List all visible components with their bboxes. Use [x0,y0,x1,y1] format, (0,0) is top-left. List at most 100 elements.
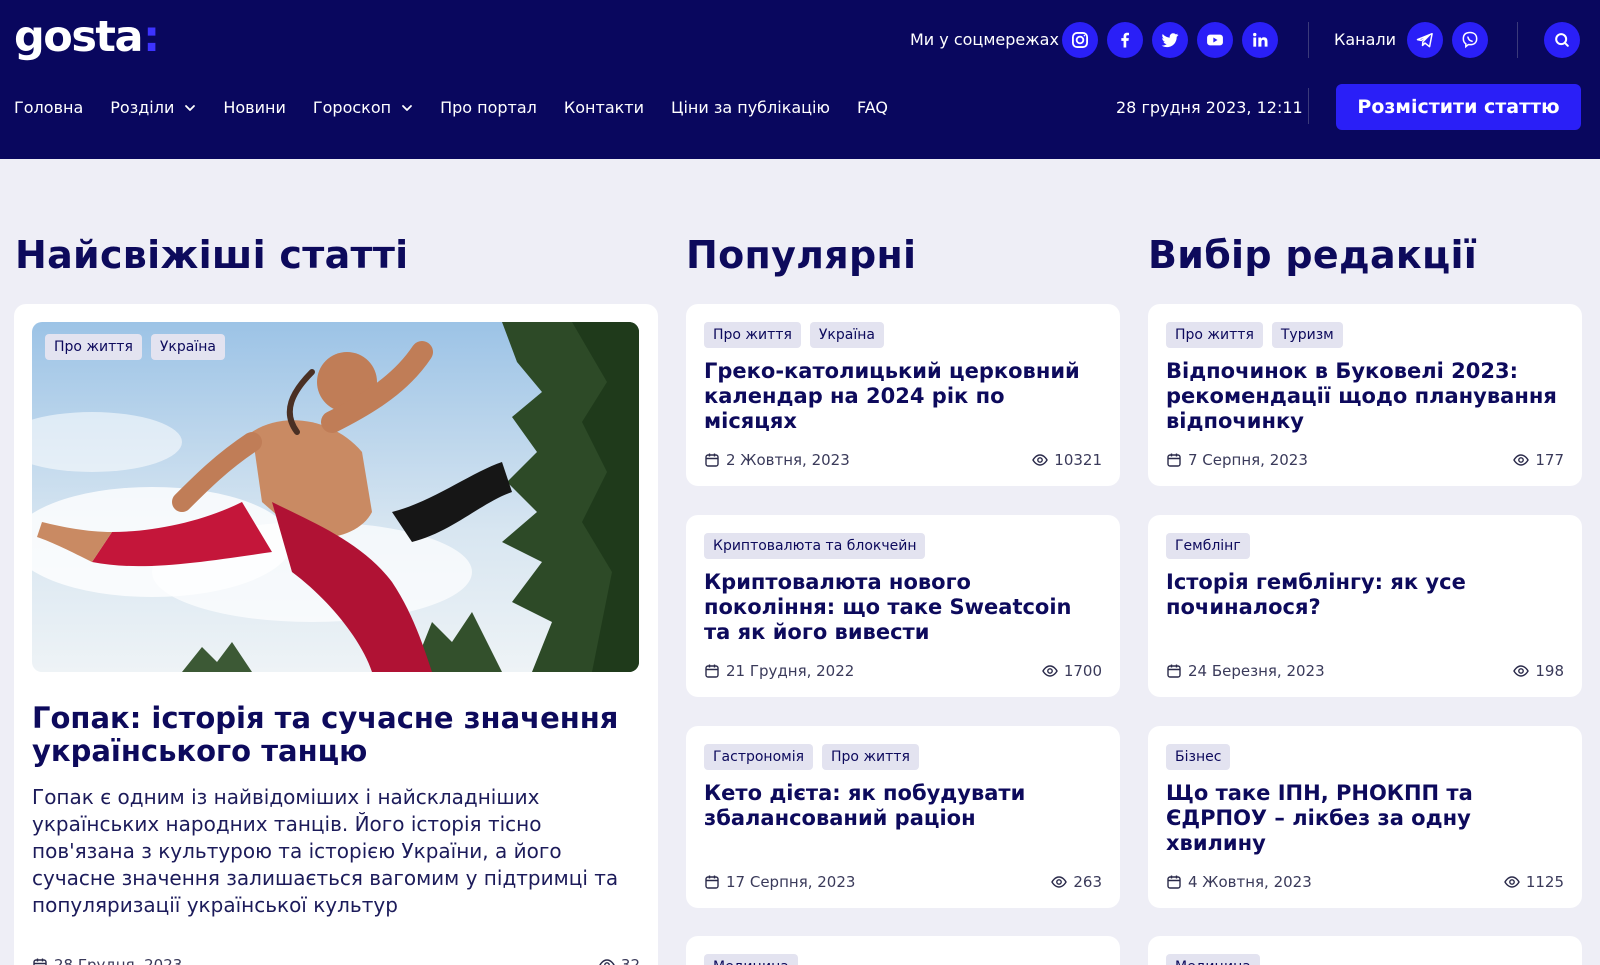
card-tags: Криптовалюта та блокчейн [704,533,926,559]
card-tags: Гастрономія Про життя [704,744,919,770]
article-meta: 2 Жовтня, 2023 10321 [704,450,1102,470]
tag[interactable]: Гастрономія [704,744,814,770]
nav-label: FAQ [856,98,888,117]
social-icons [1062,22,1278,58]
calendar-icon [705,453,719,467]
article-card[interactable]: Медицина [686,936,1120,965]
article-date: 21 Грудня, 2022 [726,662,855,680]
tag[interactable]: Про життя [45,334,142,360]
article-card[interactable]: Медицина [1148,936,1582,965]
article-date: 2 Жовтня, 2023 [726,451,850,469]
logo-text: gosta [14,12,144,62]
article-views: 1125 [1525,873,1564,891]
instagram-icon[interactable] [1062,22,1098,58]
tag[interactable]: Про життя [704,322,801,348]
linkedin-icon[interactable] [1242,22,1278,58]
nav-item-news[interactable]: Новини [223,96,286,120]
eye-icon [1513,665,1530,677]
featured-article-card[interactable]: Про життя Україна Гопак: історія та суча… [14,304,658,965]
tag[interactable]: Бізнес [1166,744,1231,770]
nav-item-contacts[interactable]: Контакти [564,96,644,120]
article-meta: 17 Серпня, 2023 263 [704,872,1102,892]
nav-label: Новини [223,98,286,117]
site-logo[interactable]: gosta: [14,12,160,62]
chevron-down-icon [185,105,196,111]
featured-article-excerpt: Гопак є одним із найвідоміших і найсклад… [32,785,619,917]
article-views: 10321 [1054,451,1102,469]
calendar-icon [33,958,47,965]
article-date: 4 Жовтня, 2023 [1188,873,1312,891]
nav-label: Розділи [110,98,175,117]
card-tags: Бізнес [1166,744,1231,770]
header-divider [1308,22,1309,58]
nav-label: Контакти [563,98,645,117]
eye-icon [599,959,615,965]
tag[interactable]: Медицина [704,954,798,965]
nav-item-sections[interactable]: Розділи [110,96,196,120]
tag[interactable]: Про життя [822,744,919,770]
article-card[interactable]: Гастрономія Про життя Кето дієта: як поб… [686,726,1120,908]
site-header: gosta: Ми у соцмережах Канали Головна Ро… [0,0,1600,159]
card-tags: Медицина [1166,954,1260,965]
tag[interactable]: Гемблінг [1166,533,1250,559]
article-meta: 21 Грудня, 2022 1700 [704,661,1102,681]
article-title[interactable]: Відпочинок в Буковелі 2023: рекомендації… [1166,359,1564,434]
article-card[interactable]: Бізнес Що таке ІПН, РНОКПП та ЄДРПОУ – л… [1148,726,1582,908]
eye-icon [1504,876,1520,888]
facebook-icon[interactable] [1107,22,1143,58]
twitter-icon[interactable] [1152,22,1188,58]
article-title[interactable]: Кето дієта: як побудувати збалансований … [704,781,1102,831]
article-card[interactable]: Про життя Туризм Відпочинок в Буковелі 2… [1148,304,1582,486]
section-title-latest: Найсвіжіші статті [15,233,409,277]
eye-icon [1042,665,1058,677]
card-tags: Про життя Туризм [1166,322,1343,348]
calendar-icon [705,875,719,889]
nav-item-about[interactable]: Про портал [440,96,537,120]
tag[interactable]: Туризм [1271,322,1343,348]
article-card[interactable]: Криптовалюта та блокчейн Криптовалюта но… [686,515,1120,697]
nav-item-prices[interactable]: Ціни за публікацію [671,96,830,120]
article-card[interactable]: Гемблінг Історія гемблінгу: як усе почин… [1148,515,1582,697]
article-title[interactable]: Криптовалюта нового покоління: що таке S… [704,570,1102,645]
article-date: 7 Серпня, 2023 [1188,451,1308,469]
tag[interactable]: Медицина [1166,954,1260,965]
header-divider [1517,22,1518,58]
telegram-icon[interactable] [1407,22,1443,58]
article-title[interactable]: Історія гемблінгу: як усе починалося? [1166,570,1564,620]
viber-icon[interactable] [1452,22,1488,58]
article-views: 198 [1535,662,1564,680]
chevron-down-icon [402,105,412,111]
nav-label: Головна [14,98,84,117]
article-views: 177 [1535,451,1564,469]
card-tags: Гемблінг [1166,533,1250,559]
nav-label: Ціни за публікацію [671,98,830,117]
social-label: Ми у соцмережах [910,30,1059,49]
featured-article-title[interactable]: Гопак: історія та сучасне значення украї… [32,702,632,768]
channel-icons [1407,22,1488,58]
post-article-button[interactable]: Розмістити статтю [1336,84,1581,130]
article-title[interactable]: Греко-католицький церковний календар на … [704,359,1102,434]
article-card[interactable]: Про життя Україна Греко-католицький церк… [686,304,1120,486]
featured-tags: Про життя Україна [45,334,225,360]
eye-icon [1051,876,1068,888]
article-date: 28 Грудня, 2023 [54,956,183,965]
calendar-icon [1167,875,1181,889]
nav-item-home[interactable]: Головна [14,96,83,120]
tag[interactable]: Україна [150,334,225,360]
nav-item-horoscope[interactable]: Гороскоп [313,96,413,120]
article-title[interactable]: Що таке ІПН, РНОКПП та ЄДРПОУ – лікбез з… [1166,781,1564,856]
featured-article-image[interactable] [32,322,639,672]
calendar-icon [1167,664,1181,678]
card-tags: Медицина [704,954,798,965]
youtube-icon[interactable] [1197,22,1233,58]
tag[interactable]: Криптовалюта та блокчейн [704,533,926,559]
search-icon[interactable] [1544,22,1580,58]
tag[interactable]: Про життя [1166,322,1263,348]
tag[interactable]: Україна [809,322,884,348]
nav-label: Гороскоп [312,98,392,117]
nav-item-faq[interactable]: FAQ [857,96,888,120]
article-views: 32 [620,956,640,965]
featured-article-meta: 28 Грудня, 2023 32 [32,955,640,965]
current-datetime: 28 грудня 2023, 12:11 [1116,98,1303,117]
eye-icon [1513,454,1530,466]
